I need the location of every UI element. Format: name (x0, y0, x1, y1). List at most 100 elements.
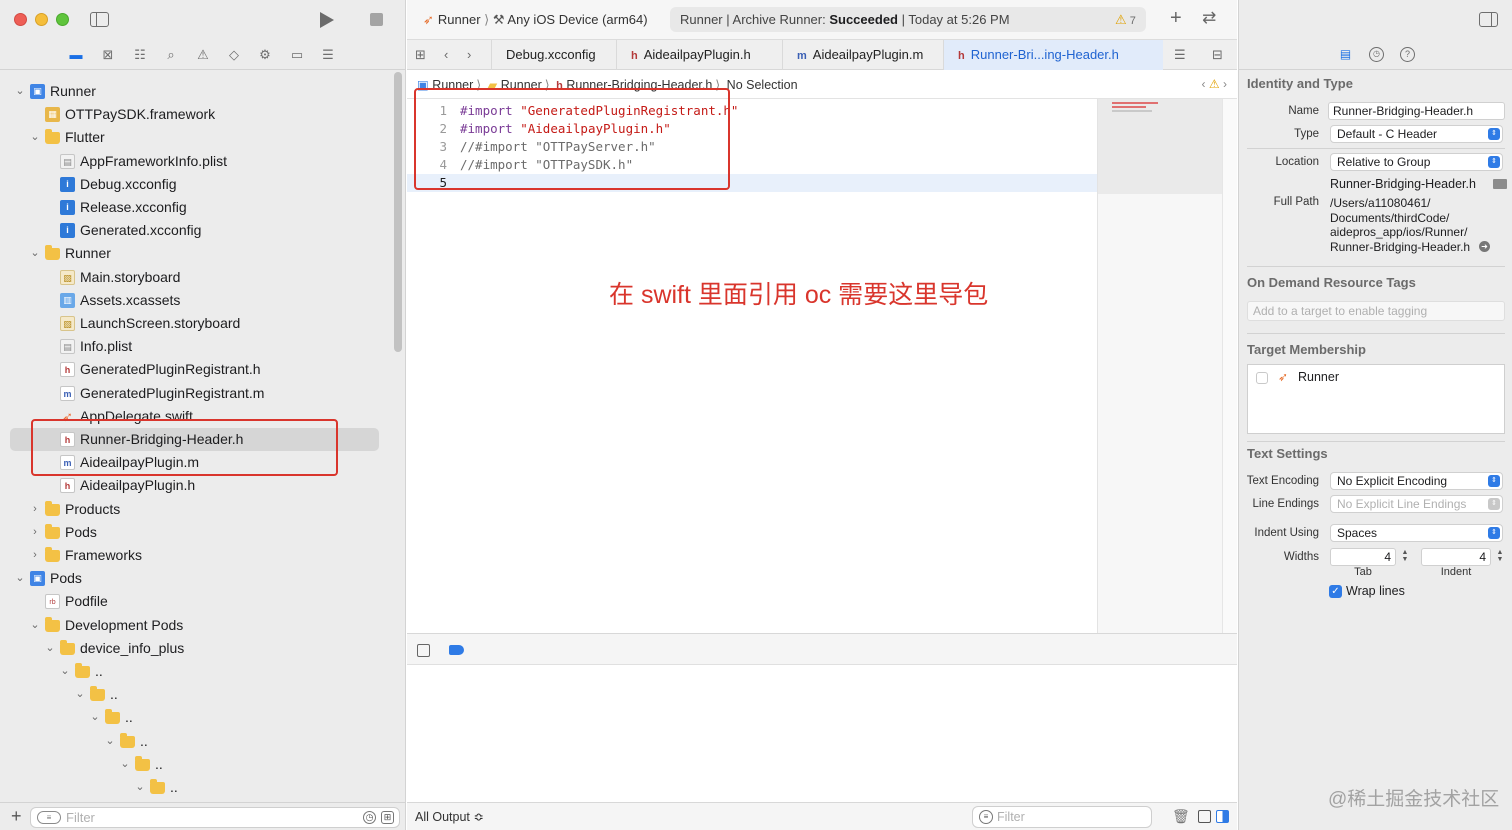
chevron-down-icon[interactable]: ⌄ (74, 683, 86, 706)
warning-badge[interactable]: ⚠ 7 (1115, 12, 1136, 28)
file-tree-row[interactable]: ▧ Main.storyboard (0, 266, 392, 289)
console-filter-field[interactable]: ≡ Filter (972, 806, 1152, 828)
chevron-down-icon[interactable]: ⌄ (29, 126, 41, 149)
file-tree-row[interactable]: ⌄.. (0, 753, 392, 776)
file-tree-row[interactable]: ⌄.. (0, 776, 392, 799)
chevron-down-icon[interactable]: ⌄ (44, 637, 56, 660)
chevron-right-icon[interactable]: › (29, 498, 41, 521)
quick-help-icon[interactable]: ? (1400, 47, 1415, 62)
editor-scrollbar[interactable] (1222, 99, 1237, 633)
tab-aideailpayplugin-m[interactable]: m AideailpayPlugin.m (782, 40, 943, 70)
tab-aideailpayplugin-h[interactable]: h AideailpayPlugin.h (616, 40, 782, 70)
file-inspector-document-icon[interactable]: ▤ (1338, 47, 1353, 62)
text-encoding-popup[interactable]: No Explicit Encoding ⇕ (1330, 472, 1503, 490)
file-tree-row[interactable]: ▤ AppFrameworkInfo.plist (0, 150, 392, 173)
file-tree-row[interactable]: i Debug.xcconfig (0, 173, 392, 196)
forward-chevron-icon[interactable]: › (467, 47, 471, 62)
minimize-window-button[interactable] (35, 13, 48, 26)
breakpoints-toggle-icon[interactable] (449, 645, 464, 655)
output-selector[interactable]: All Output ≎ (415, 809, 484, 824)
run-icon[interactable] (320, 12, 334, 28)
toggle-navigator-icon[interactable] (90, 12, 109, 27)
file-tree-row[interactable]: ⌄ Runner (0, 242, 392, 265)
close-window-button[interactable] (14, 13, 27, 26)
chevron-down-icon[interactable]: ⌄ (14, 80, 26, 103)
show-variables-view-icon[interactable] (1198, 810, 1211, 823)
breadcrumb-symbol[interactable]: No Selection (727, 78, 798, 92)
library-plus-icon[interactable]: + (1170, 7, 1182, 30)
file-tree-row[interactable]: ⌄ ▣ Runner (0, 80, 392, 103)
chevron-right-icon[interactable]: › (29, 544, 41, 567)
file-tree-row[interactable]: ⌄ Development Pods (0, 614, 392, 637)
file-tree-row[interactable]: ▥ Assets.xcassets (0, 289, 392, 312)
report-navigator-icon[interactable]: ☰ (320, 47, 336, 63)
type-popup[interactable]: Default - C Header ⇕ (1330, 125, 1503, 143)
back-chevron-icon[interactable]: ‹ (444, 47, 448, 62)
file-tree-row[interactable]: h GeneratedPluginRegistrant.h (0, 358, 392, 381)
indent-width-stepper[interactable]: ▲ ▼ (1495, 549, 1505, 565)
recent-files-clock-icon[interactable]: ◷ (363, 811, 376, 824)
toggle-inspector-icon[interactable] (1479, 12, 1498, 27)
file-tree-row[interactable]: ⌄.. (0, 683, 392, 706)
debug-navigator-icon[interactable]: ⚙ (257, 47, 273, 63)
add-editor-split-icon[interactable]: ⊟ (1212, 47, 1223, 63)
chevron-down-icon[interactable]: ⌄ (134, 776, 146, 799)
minimap-visible-region[interactable] (1098, 99, 1223, 194)
scm-filter-icon[interactable]: ⊞ (381, 811, 394, 824)
navigator-filter-field[interactable]: ≡ Filter ◷ ⊞ (30, 807, 400, 828)
file-tree-row[interactable]: ⌄.. (0, 730, 392, 753)
zoom-window-button[interactable] (56, 13, 69, 26)
navigator-scrollbar[interactable] (394, 72, 402, 352)
reveal-in-finder-arrow-icon[interactable]: ➜ (1479, 241, 1490, 252)
project-navigator-folder-icon[interactable]: ▬ (68, 47, 84, 63)
tab-width-stepper[interactable]: ▲ ▼ (1400, 549, 1410, 565)
choose-folder-icon[interactable] (1493, 179, 1507, 189)
target-checkbox[interactable] (1256, 372, 1268, 384)
code-review-swap-icon[interactable]: ⇄ (1202, 8, 1216, 28)
hide-debug-area-icon[interactable] (417, 644, 430, 657)
chevron-down-icon[interactable]: ⌄ (14, 567, 26, 590)
wrap-lines-checkbox[interactable]: ✓ (1329, 585, 1342, 598)
file-tree-row[interactable]: ⌄.. (0, 706, 392, 729)
tab-debug-xcconfig[interactable]: Debug.xcconfig (491, 40, 616, 70)
chevron-down-icon[interactable]: ⌄ (29, 614, 41, 637)
test-navigator-diamond-icon[interactable]: ◇ (226, 47, 242, 63)
find-navigator-search-icon[interactable]: ⌕ (163, 47, 179, 63)
tab-runner-bridging-header[interactable]: h Runner-Bri...ing-Header.h (943, 40, 1163, 70)
editor-options-icon[interactable]: ☰ (1174, 47, 1186, 63)
file-tree-row[interactable]: ⌄.. (0, 660, 392, 683)
add-file-plus-icon[interactable]: + (11, 806, 22, 827)
warning-icon[interactable]: ⚠ (1209, 77, 1220, 91)
previous-issue-icon[interactable]: ‹ (1202, 77, 1206, 91)
file-tree-row[interactable]: i Release.xcconfig (0, 196, 392, 219)
file-tree-row[interactable]: i Generated.xcconfig (0, 219, 392, 242)
issue-navigator-warning-icon[interactable]: ⚠ (195, 47, 211, 63)
run-destination[interactable]: Any iOS Device (arm64) (507, 12, 647, 27)
name-field[interactable]: Runner-Bridging-Header.h (1328, 102, 1505, 120)
chevron-down-icon[interactable]: ⌄ (59, 660, 71, 683)
trash-icon[interactable]: 🗑 (1172, 808, 1190, 825)
location-popup[interactable]: Relative to Group ⇕ (1330, 153, 1503, 171)
filter-scope-icon[interactable]: ≡ (37, 811, 61, 824)
symbol-navigator-icon[interactable]: ☷ (132, 47, 148, 63)
file-tree-row[interactable]: ⌄ Flutter (0, 126, 392, 149)
stop-icon[interactable] (370, 13, 383, 26)
file-tree-row[interactable]: ▧ LaunchScreen.storyboard (0, 312, 392, 335)
file-tree-row[interactable]: › Frameworks (0, 544, 392, 567)
file-tree-row[interactable]: h AideailpayPlugin.h (0, 474, 392, 497)
odr-tags-field[interactable]: Add to a target to enable tagging (1247, 301, 1505, 321)
console-output[interactable] (407, 665, 1237, 802)
chevron-right-icon[interactable]: › (29, 521, 41, 544)
file-tree-row[interactable]: ⌄ device_info_plus (0, 637, 392, 660)
indent-width-field[interactable]: 4 (1421, 548, 1491, 566)
file-tree-row[interactable]: ⌄ ▣ Pods (0, 567, 392, 590)
history-inspector-clock-icon[interactable]: ◷ (1369, 47, 1384, 62)
scheme-selector[interactable]: ➶ Runner ⟩ ⚒ Any iOS Device (arm64) (423, 12, 648, 28)
minimap[interactable] (1097, 99, 1223, 633)
file-tree-row[interactable]: rb Podfile (0, 590, 392, 613)
file-tree-row[interactable]: › Pods (0, 521, 392, 544)
file-tree-row[interactable]: ▦ OTTPaySDK.framework (0, 103, 392, 126)
chevron-down-icon[interactable]: ⌄ (29, 242, 41, 265)
line-endings-popup[interactable]: No Explicit Line Endings ⇕ (1330, 495, 1503, 513)
show-console-view-icon[interactable] (1216, 810, 1229, 823)
